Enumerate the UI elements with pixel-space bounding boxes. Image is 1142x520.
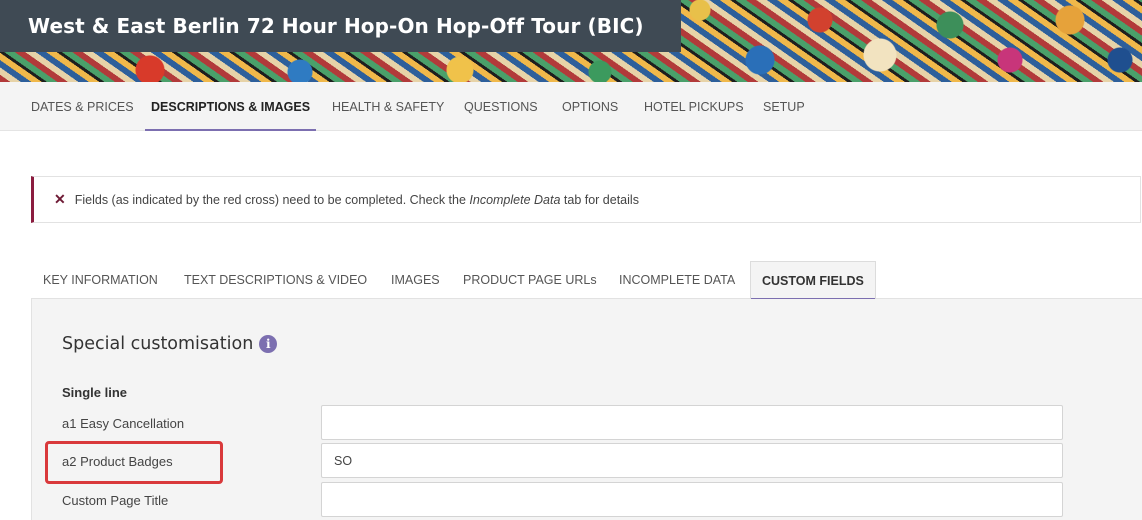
- tab-health-safety[interactable]: HEALTH & SAFETY: [332, 82, 444, 131]
- close-x-icon: ✕: [54, 191, 66, 207]
- custom-fields-panel: Special customisation i Single line a1 E…: [31, 299, 1142, 520]
- sub-tabs: KEY INFORMATION TEXT DESCRIPTIONS & VIDE…: [31, 261, 1142, 300]
- tab-custom-fields[interactable]: CUSTOM FIELDS: [750, 261, 876, 300]
- tab-product-page-urls[interactable]: PRODUCT PAGE URLs: [463, 261, 597, 298]
- tab-options[interactable]: OPTIONS: [562, 82, 618, 131]
- alert-message: Fields (as indicated by the red cross) n…: [74, 192, 639, 207]
- tab-descriptions-images[interactable]: DESCRIPTIONS & IMAGES: [144, 82, 317, 131]
- tab-hotel-pickups[interactable]: HOTEL PICKUPS: [644, 82, 744, 131]
- input-a2-product-badges[interactable]: [321, 443, 1063, 478]
- label-custom-page-title: Custom Page Title: [62, 493, 169, 508]
- tab-incomplete-data[interactable]: INCOMPLETE DATA: [619, 261, 735, 298]
- tab-key-information[interactable]: KEY INFORMATION: [43, 261, 158, 298]
- input-a1-easy-cancellation[interactable]: [321, 405, 1063, 440]
- info-icon[interactable]: i: [259, 335, 278, 353]
- annotation-highlight-box: [45, 441, 223, 484]
- hero-banner: West & East Berlin 72 Hour Hop-On Hop-Of…: [0, 0, 1142, 82]
- group-title-single-line: Single line: [62, 385, 128, 400]
- label-a1-easy-cancellation: a1 Easy Cancellation: [62, 416, 185, 431]
- tab-setup[interactable]: SETUP: [763, 82, 805, 131]
- input-custom-page-title[interactable]: [321, 482, 1063, 517]
- incomplete-fields-alert: ✕ Fields (as indicated by the red cross)…: [31, 176, 1141, 223]
- tab-questions[interactable]: QUESTIONS: [464, 82, 538, 131]
- tab-images[interactable]: IMAGES: [391, 261, 440, 298]
- page-title: West & East Berlin 72 Hour Hop-On Hop-Of…: [28, 14, 644, 38]
- incomplete-data-reference: Incomplete Data: [469, 192, 561, 207]
- tab-dates-prices[interactable]: DATES & PRICES: [31, 82, 134, 131]
- title-bar: West & East Berlin 72 Hour Hop-On Hop-Of…: [0, 0, 681, 52]
- section-title: Special customisation i: [62, 334, 278, 354]
- tab-text-descriptions-video[interactable]: TEXT DESCRIPTIONS & VIDEO: [184, 261, 367, 298]
- main-nav: DATES & PRICES DESCRIPTIONS & IMAGES HEA…: [0, 82, 1142, 131]
